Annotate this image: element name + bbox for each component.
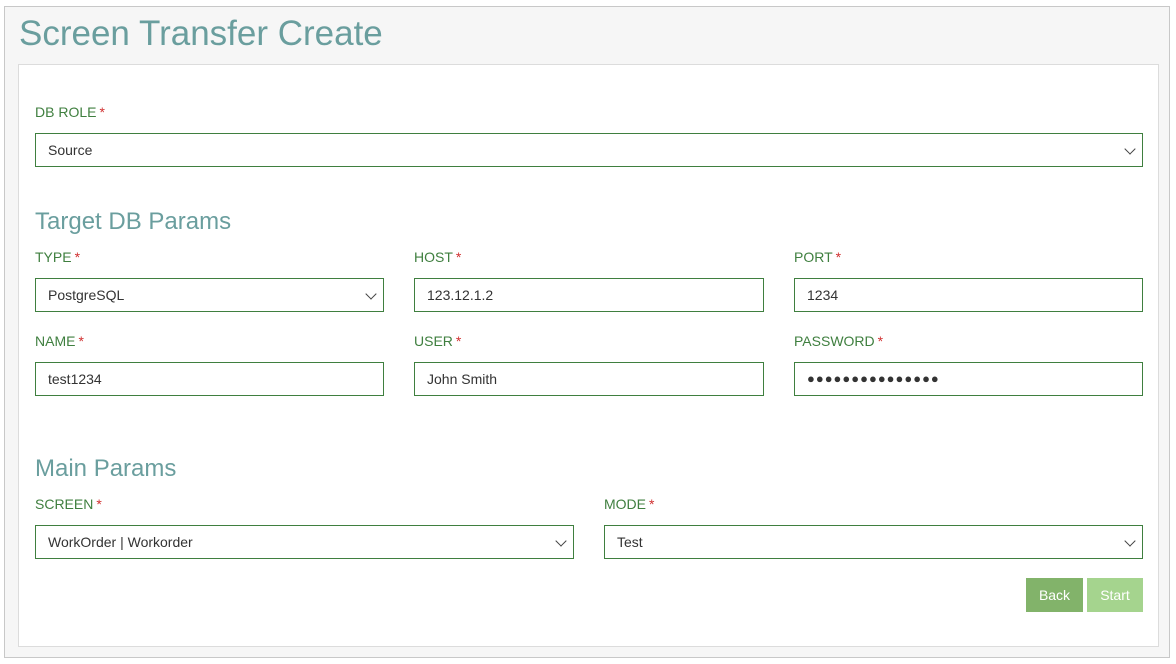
name-label: NAME * [35,333,84,349]
form-card: DB ROLE * Source Target DB Params TYPE * P… [18,64,1159,647]
chevron-down-icon [555,535,567,547]
type-field: TYPE * PostgreSQL [35,248,384,312]
required-marker: * [455,333,462,349]
main-params-section-title: Main Params [35,455,177,482]
mode-select[interactable]: Test [604,525,1143,559]
host-input[interactable]: 123.12.1.2 [414,278,764,312]
page-container: Screen Transfer Create DB ROLE * Source T… [4,6,1170,658]
type-value: PostgreSQL [48,287,125,303]
mode-label: MODE * [604,496,655,512]
password-input[interactable]: ●●●●●●●●●●●●●●● [794,362,1143,396]
required-marker: * [877,333,884,349]
password-field: PASSWORD * ●●●●●●●●●●●●●●● [794,332,1143,396]
type-select[interactable]: PostgreSQL [35,278,384,312]
db-role-value: Source [48,142,93,158]
user-field: USER * John Smith [414,332,764,396]
start-button[interactable]: Start [1087,578,1143,612]
name-input[interactable]: test1234 [35,362,384,396]
required-marker: * [96,496,102,512]
screen-value: WorkOrder | Workorder [48,534,193,550]
host-field: HOST * 123.12.1.2 [414,248,764,312]
host-label: HOST * [414,249,462,265]
user-input[interactable]: John Smith [414,362,764,396]
screen-field: SCREEN * WorkOrder | Workorder [35,495,574,559]
required-marker: * [74,249,81,265]
port-label: PORT * [794,249,842,265]
chevron-down-icon [365,288,377,300]
chevron-down-icon [1124,535,1136,547]
required-marker: * [649,496,655,512]
required-marker: * [835,249,842,265]
required-marker: * [455,249,462,265]
screen-label: SCREEN * [35,496,102,512]
port-input[interactable]: 1234 [794,278,1143,312]
db-role-label: DB ROLE * [35,104,105,120]
back-button[interactable]: Back [1026,578,1083,612]
db-role-select[interactable]: Source [35,133,1143,167]
required-marker: * [78,333,84,349]
mode-value: Test [617,534,643,550]
chevron-down-icon [1124,143,1136,155]
page-title: Screen Transfer Create [19,14,383,53]
screen-select[interactable]: WorkOrder | Workorder [35,525,574,559]
user-label: USER * [414,333,462,349]
type-label: TYPE * [35,249,81,265]
target-db-section-title: Target DB Params [35,208,232,235]
mode-field: MODE * Test [604,495,1143,559]
port-field: PORT * 1234 [794,248,1143,312]
password-label: PASSWORD * [794,333,884,349]
name-field: NAME * test1234 [35,332,384,396]
db-role-field: DB ROLE * Source [35,103,1143,167]
required-marker: * [99,104,105,120]
